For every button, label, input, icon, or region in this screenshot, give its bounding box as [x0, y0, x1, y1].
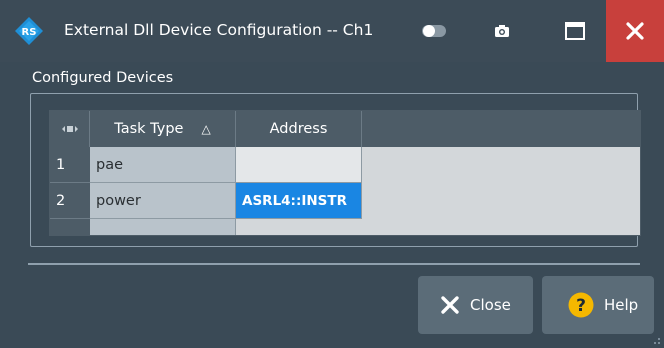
task-column-filler	[90, 219, 236, 235]
toggle-switch-icon	[422, 25, 446, 37]
devices-table: Task Type △ Address 1 pae 2 power ASRL4:…	[49, 110, 641, 236]
close-button[interactable]: Close	[418, 276, 533, 334]
svg-text:?: ?	[576, 296, 586, 316]
column-header-task-type[interactable]: Task Type △	[90, 111, 236, 147]
screenshot-button[interactable]	[480, 0, 524, 62]
task-type-cell[interactable]: power	[90, 183, 236, 219]
question-mark-icon: ?	[568, 292, 594, 318]
column-header-label: Task Type	[114, 121, 184, 137]
close-icon	[626, 22, 644, 40]
sort-ascending-icon: △	[201, 122, 211, 136]
row-index: 1	[56, 156, 66, 173]
row-header[interactable]: 2	[50, 183, 90, 219]
column-select-icon	[61, 126, 78, 132]
address-cell[interactable]	[236, 147, 362, 183]
svg-text:RS: RS	[22, 27, 37, 38]
window-title: External Dll Device Configuration -- Ch1	[64, 21, 374, 39]
toggle-button[interactable]	[412, 0, 456, 62]
maximize-icon	[565, 22, 585, 40]
column-select-button[interactable]	[50, 111, 90, 147]
address-cell-selected[interactable]: ASRL4::INSTR	[236, 183, 362, 219]
maximize-button[interactable]	[548, 0, 602, 62]
row-header[interactable]: 1	[50, 147, 90, 183]
resize-grip-icon[interactable]	[651, 335, 661, 345]
separator	[28, 263, 640, 265]
help-button-label: Help	[604, 296, 639, 314]
dialog-window: RS External Dll Device Configuration -- …	[0, 0, 664, 348]
row-index: 2	[56, 192, 66, 209]
title-bar: RS External Dll Device Configuration -- …	[0, 0, 664, 62]
table-header: Task Type △ Address	[50, 111, 640, 147]
close-button-label: Close	[470, 296, 511, 314]
close-window-button[interactable]	[606, 0, 664, 62]
camera-icon	[495, 25, 509, 37]
rohde-schwarz-logo-icon: RS	[15, 17, 43, 45]
task-type-cell[interactable]: pae	[90, 147, 236, 183]
help-button[interactable]: ? Help	[542, 276, 654, 334]
column-header-address[interactable]: Address	[236, 111, 362, 147]
column-header-label: Address	[269, 121, 328, 137]
row-header-filler	[50, 219, 90, 235]
x-icon	[440, 295, 460, 315]
group-title: Configured Devices	[32, 70, 174, 86]
